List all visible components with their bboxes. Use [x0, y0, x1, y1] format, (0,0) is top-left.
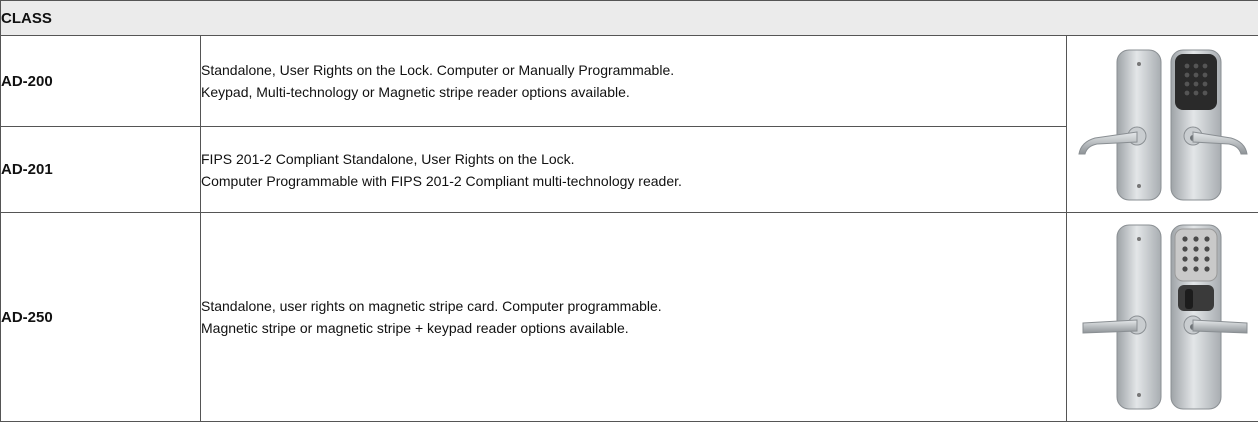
description-line: Standalone, User Rights on the Lock. Com… — [201, 62, 675, 78]
class-cell: AD-250 — [0, 212, 201, 422]
class-table: CLASS AD-200 Standalone, User Rights on … — [0, 0, 1258, 422]
description-cell: Standalone, user rights on magnetic stri… — [200, 212, 1067, 422]
product-image-cell — [1066, 212, 1258, 422]
table-row: AD-200 Standalone, User Rights on the Lo… — [0, 35, 1258, 213]
description-line: Magnetic stripe or magnetic stripe + key… — [201, 320, 629, 336]
keypad-lever-lock-icon — [1077, 49, 1248, 201]
table-header-row: CLASS — [0, 0, 1258, 36]
table-row: AD-250 Standalone, user rights on magnet… — [0, 212, 1258, 422]
description-line: Keypad, Multi-technology or Magnetic str… — [201, 84, 630, 100]
description-cell: FIPS 201-2 Compliant Standalone, User Ri… — [200, 126, 1067, 213]
class-cell: AD-201 — [0, 126, 201, 213]
description-cell: Standalone, User Rights on the Lock. Com… — [200, 35, 1067, 127]
table-header-class: CLASS — [0, 0, 1258, 36]
keypad-magstripe-lever-lock-icon — [1082, 224, 1247, 410]
description-line: Computer Programmable with FIPS 201-2 Co… — [201, 172, 682, 189]
description-line: Standalone, user rights on magnetic stri… — [201, 298, 662, 314]
product-image-cell — [1066, 35, 1258, 213]
description-line: FIPS 201-2 Compliant Standalone, User Ri… — [201, 150, 575, 167]
class-cell: AD-200 — [0, 35, 201, 127]
